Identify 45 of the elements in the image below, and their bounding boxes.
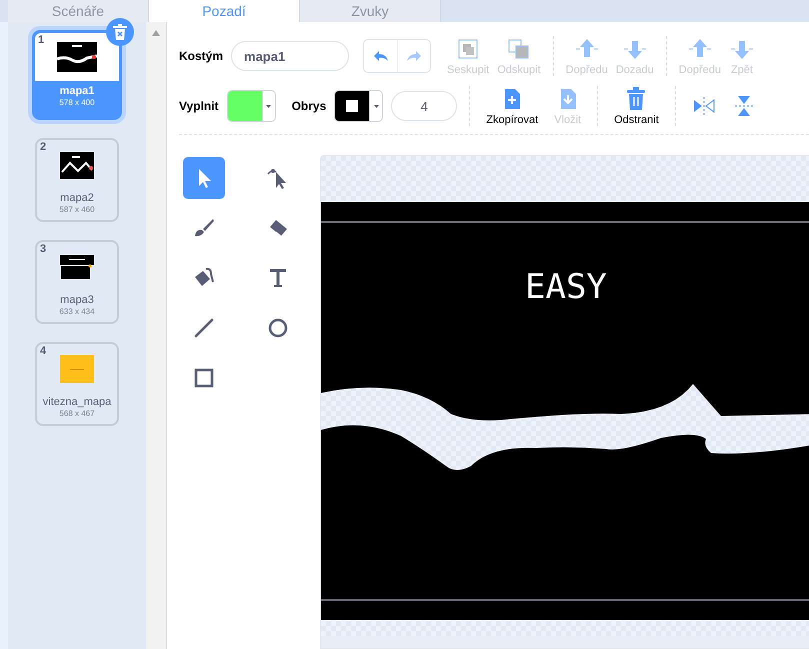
flip-horizontal-icon — [692, 96, 716, 116]
costume-size: 633 x 434 — [59, 307, 95, 316]
caret-icon — [374, 104, 379, 108]
canvas-text: EASY — [525, 267, 607, 307]
costume-card[interactable]: 2 mapa2 587 x 460 — [35, 138, 119, 222]
flip-vertical-icon — [734, 94, 754, 118]
costume-name-field[interactable]: mapa1 — [231, 41, 350, 71]
map-thumbnail-icon — [60, 355, 94, 383]
costume-size: 568 x 467 — [59, 409, 95, 418]
line-icon — [192, 316, 216, 340]
caret-icon — [266, 104, 272, 108]
tool-button[interactable] — [183, 157, 225, 199]
rectangle-icon — [192, 366, 216, 390]
costume-size: 587 x 460 — [59, 205, 95, 214]
outline-width-field[interactable]: 4 — [391, 91, 458, 121]
editor-tab[interactable]: Zvuky — [300, 0, 441, 22]
outline-label: Obrys — [292, 99, 326, 113]
copy-icon — [502, 86, 522, 110]
fill-label: Vyplnit — [179, 99, 219, 113]
costume-number: 2 — [40, 141, 46, 153]
costume-name: mapa3 — [60, 294, 94, 306]
costume-card[interactable]: 3 mapa3 633 x 434 — [35, 240, 119, 324]
costume-size: 578 x 400 — [59, 98, 95, 107]
map-thumbnail-icon — [60, 255, 94, 279]
fill-color-picker[interactable] — [226, 90, 276, 122]
toolbar-button[interactable]: Odstranit — [606, 86, 667, 126]
costume-card[interactable]: 4 vitezna_mapa 568 x 467 — [35, 342, 119, 426]
costume-name: vitezna_mapa — [42, 396, 112, 408]
costume-label: Kostým — [179, 49, 224, 63]
undo-icon — [372, 49, 390, 63]
trash-icon — [626, 86, 646, 110]
costume-number: 3 — [40, 243, 46, 255]
trash-icon — [113, 24, 127, 40]
redo-icon — [405, 49, 424, 63]
map-thumbnail-icon — [60, 152, 94, 178]
outline-color-picker[interactable] — [334, 90, 384, 122]
editor-tab[interactable]: Scénáře — [8, 0, 149, 22]
editor-tab[interactable]: Pozadí — [149, 0, 300, 22]
costume-name: mapa2 — [60, 192, 94, 204]
costume-name: mapa1 — [60, 85, 94, 97]
map-thumbnail-icon — [57, 42, 97, 72]
circle-icon — [266, 316, 290, 340]
costume-number: 1 — [38, 34, 44, 46]
costume-number: 4 — [40, 345, 46, 357]
toolbar-button[interactable]: Zkopírovat — [478, 86, 546, 126]
